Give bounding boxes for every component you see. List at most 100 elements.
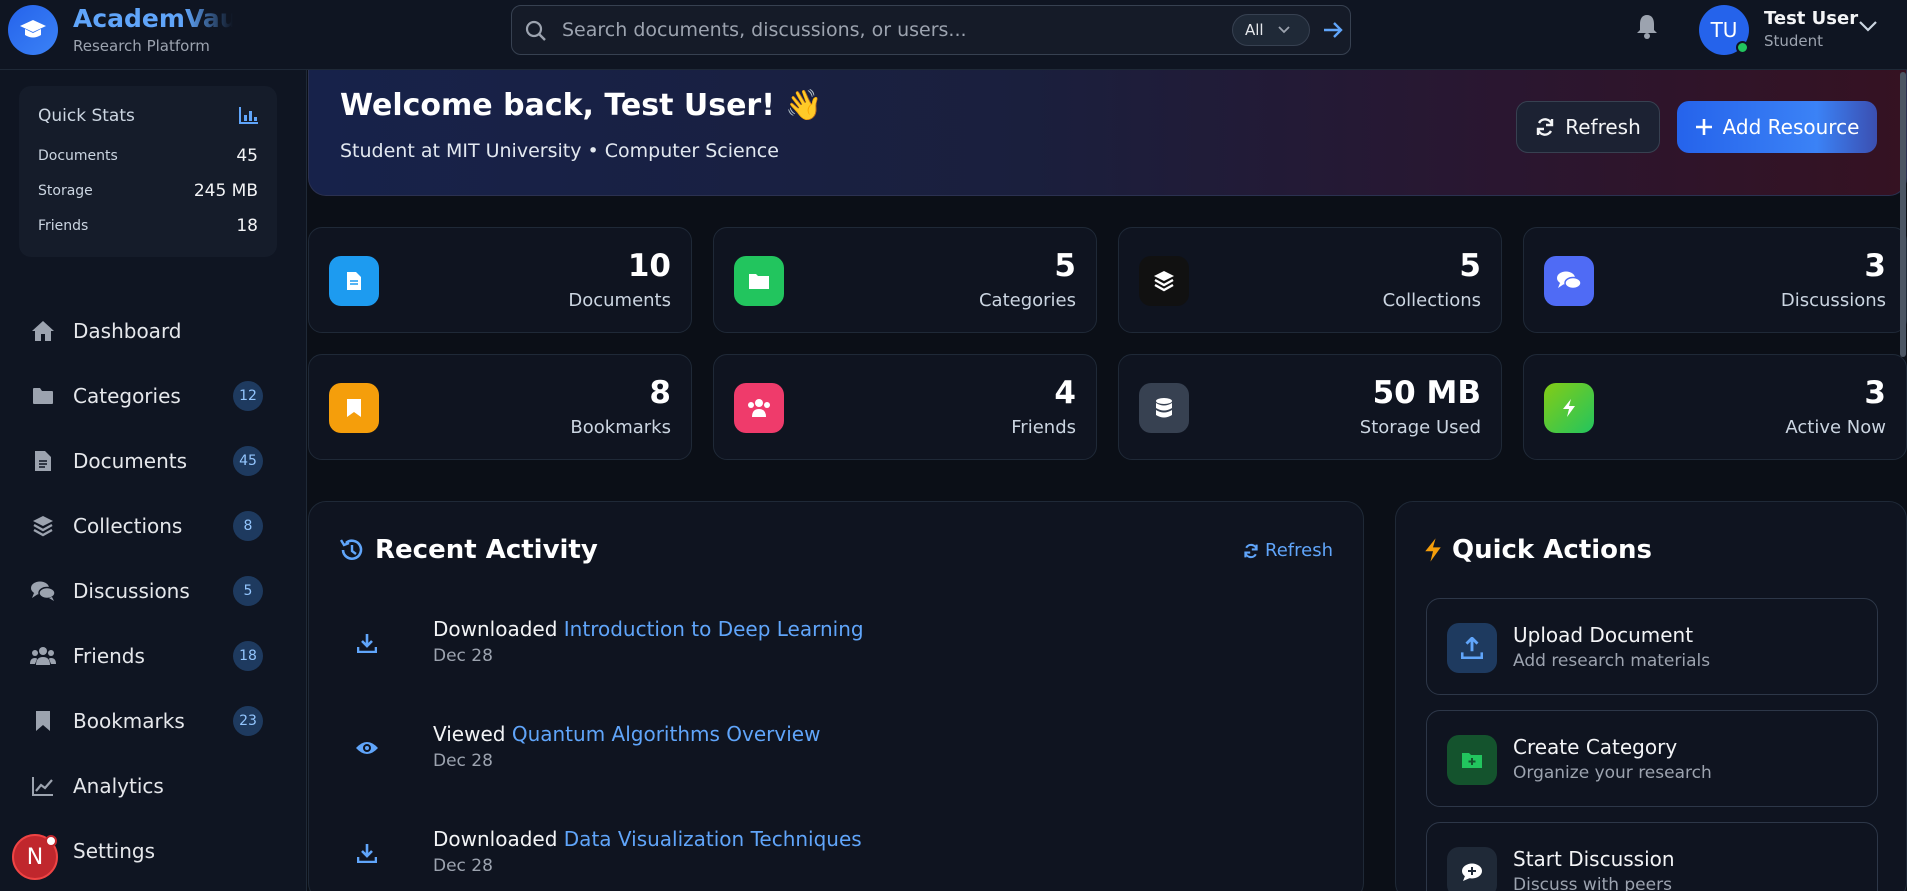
sidebar-item-dashboard[interactable]: Dashboard [20, 307, 275, 355]
quick-stat-storage: Storage 245 MB [38, 181, 258, 201]
activity-target-link[interactable]: Quantum Algorithms Overview [512, 722, 821, 746]
stat-icon-bg [1544, 383, 1594, 433]
panel-header: Quick Actions [1424, 535, 1652, 565]
stat-icon-bg [734, 256, 784, 306]
activity-target-link[interactable]: Introduction to Deep Learning [564, 617, 864, 641]
stat-card-collections[interactable]: 5 Collections [1118, 227, 1502, 333]
activity-refresh-button[interactable]: Refresh [1243, 540, 1333, 561]
action-icon-bg [1447, 623, 1497, 673]
refresh-icon [1537, 118, 1554, 136]
stat-card-storage[interactable]: 50 MB Storage Used [1118, 354, 1502, 460]
folder-icon [33, 388, 53, 404]
stat-label: Bookmarks [570, 417, 671, 438]
count-badge: 8 [233, 511, 263, 541]
sidebar-item-documents[interactable]: Documents 45 [20, 437, 275, 485]
stat-label: Discussions [1780, 290, 1886, 311]
layers-icon [1154, 271, 1174, 292]
user-role: Student [1764, 32, 1824, 50]
database-icon [1156, 398, 1172, 418]
quick-actions-title: Quick Actions [1452, 535, 1653, 565]
count-badge: 12 [233, 381, 263, 411]
stat-icon-bg [1139, 383, 1189, 433]
bell-icon[interactable] [1636, 13, 1658, 39]
stat-icon-bg [329, 383, 379, 433]
activity-target-link[interactable]: Data Visualization Techniques [564, 827, 862, 851]
activity-refresh-label: Refresh [1265, 540, 1333, 561]
sidebar-item-categories[interactable]: Categories 12 [20, 372, 275, 420]
action-icon-bg [1447, 847, 1497, 891]
stat-icon-bg [1139, 256, 1189, 306]
sidebar-item-label: Settings [73, 839, 156, 863]
sidebar-item-label: Discussions [73, 579, 190, 603]
chevron-down-icon [1277, 26, 1290, 34]
users-icon [748, 399, 770, 417]
brand-name: AcademVault [73, 4, 233, 33]
sidebar-item-bookmarks[interactable]: Bookmarks 23 [20, 697, 275, 745]
plus-icon [1695, 119, 1712, 135]
search-filter-select[interactable]: All [1232, 14, 1310, 46]
action-title: Start Discussion [1513, 847, 1675, 871]
action-icon-bg [1447, 735, 1497, 785]
upload-document-action[interactable]: Upload Document Add research materials [1426, 598, 1878, 695]
refresh-button[interactable]: Refresh [1516, 101, 1660, 153]
panel-header: Recent Activity [339, 535, 598, 565]
stat-card-friends[interactable]: 4 Friends [713, 354, 1097, 460]
sidebar-item-analytics[interactable]: Analytics [20, 762, 275, 810]
users-icon [30, 647, 56, 665]
activity-action: Viewed [433, 722, 506, 746]
stat-card-active-now[interactable]: 3 Active Now [1523, 354, 1907, 460]
logo[interactable] [8, 5, 58, 55]
stat-value: 8 [649, 375, 671, 411]
stat-card-documents[interactable]: 10 Documents [308, 227, 692, 333]
bolt-icon [1425, 538, 1441, 562]
stat-label: Documents [568, 290, 671, 311]
sidebar-item-friends[interactable]: Friends 18 [20, 632, 275, 680]
bar-chart-icon [239, 107, 258, 124]
activity-text: Viewed Quantum Algorithms Overview [433, 722, 820, 746]
quick-actions-panel: Quick Actions Upload Document Add resear… [1395, 501, 1907, 891]
search-input[interactable] [562, 15, 1242, 45]
chevron-down-icon[interactable] [1858, 20, 1878, 32]
user-name[interactable]: Test User [1764, 8, 1858, 29]
stat-label: Categories [978, 290, 1076, 311]
stat-icon-bg [1544, 256, 1594, 306]
top-bar: AcademVault Research Platform All TU Tes… [0, 0, 1907, 70]
stat-card-discussions[interactable]: 3 Discussions [1523, 227, 1907, 333]
sidebar-item-label: Collections [73, 514, 183, 538]
download-icon [357, 634, 377, 653]
avatar[interactable]: TU [1699, 5, 1749, 55]
floating-notification-badge[interactable]: N [12, 834, 58, 880]
upload-icon [1461, 637, 1483, 659]
create-category-action[interactable]: Create Category Organize your research [1426, 710, 1878, 807]
welcome-banner: Welcome back, Test User! 👋 Student at MI… [308, 70, 1907, 196]
action-subtitle: Discuss with peers [1513, 875, 1672, 891]
sidebar-item-settings[interactable]: Settings [20, 827, 275, 875]
page-scrollbar[interactable] [1900, 72, 1906, 357]
activity-icon-wrap [349, 730, 385, 766]
quick-stats-card: Quick Stats Documents 45 Storage 245 MB … [19, 86, 277, 257]
stat-value: 10 [627, 248, 671, 284]
activity-icon-wrap [349, 625, 385, 661]
start-discussion-action[interactable]: Start Discussion Discuss with peers [1426, 822, 1878, 891]
stat-card-categories[interactable]: 5 Categories [713, 227, 1097, 333]
stat-value: 4 [1054, 375, 1076, 411]
file-icon [35, 451, 51, 471]
arrow-right-icon[interactable] [1322, 20, 1344, 40]
activity-date: Dec 28 [433, 646, 493, 666]
sidebar-item-label: Analytics [73, 774, 164, 798]
activity-date: Dec 28 [433, 856, 493, 876]
activity-text: Downloaded Introduction to Deep Learning [433, 617, 864, 641]
sidebar-item-discussions[interactable]: Discussions 5 [20, 567, 275, 615]
bookmark-icon [347, 399, 361, 417]
stat-label: Collections [1382, 290, 1481, 311]
file-icon [347, 272, 361, 290]
download-icon [357, 844, 377, 863]
stat-card-bookmarks[interactable]: 8 Bookmarks [308, 354, 692, 460]
stat-icon-bg [329, 256, 379, 306]
sidebar-item-collections[interactable]: Collections 8 [20, 502, 275, 550]
stat-icon-bg [734, 383, 784, 433]
badge-letter: N [26, 844, 44, 870]
add-resource-button[interactable]: Add Resource [1677, 101, 1877, 153]
recent-activity-panel: Recent Activity Refresh Downloaded Intro… [308, 501, 1364, 891]
folder-icon [749, 274, 769, 289]
